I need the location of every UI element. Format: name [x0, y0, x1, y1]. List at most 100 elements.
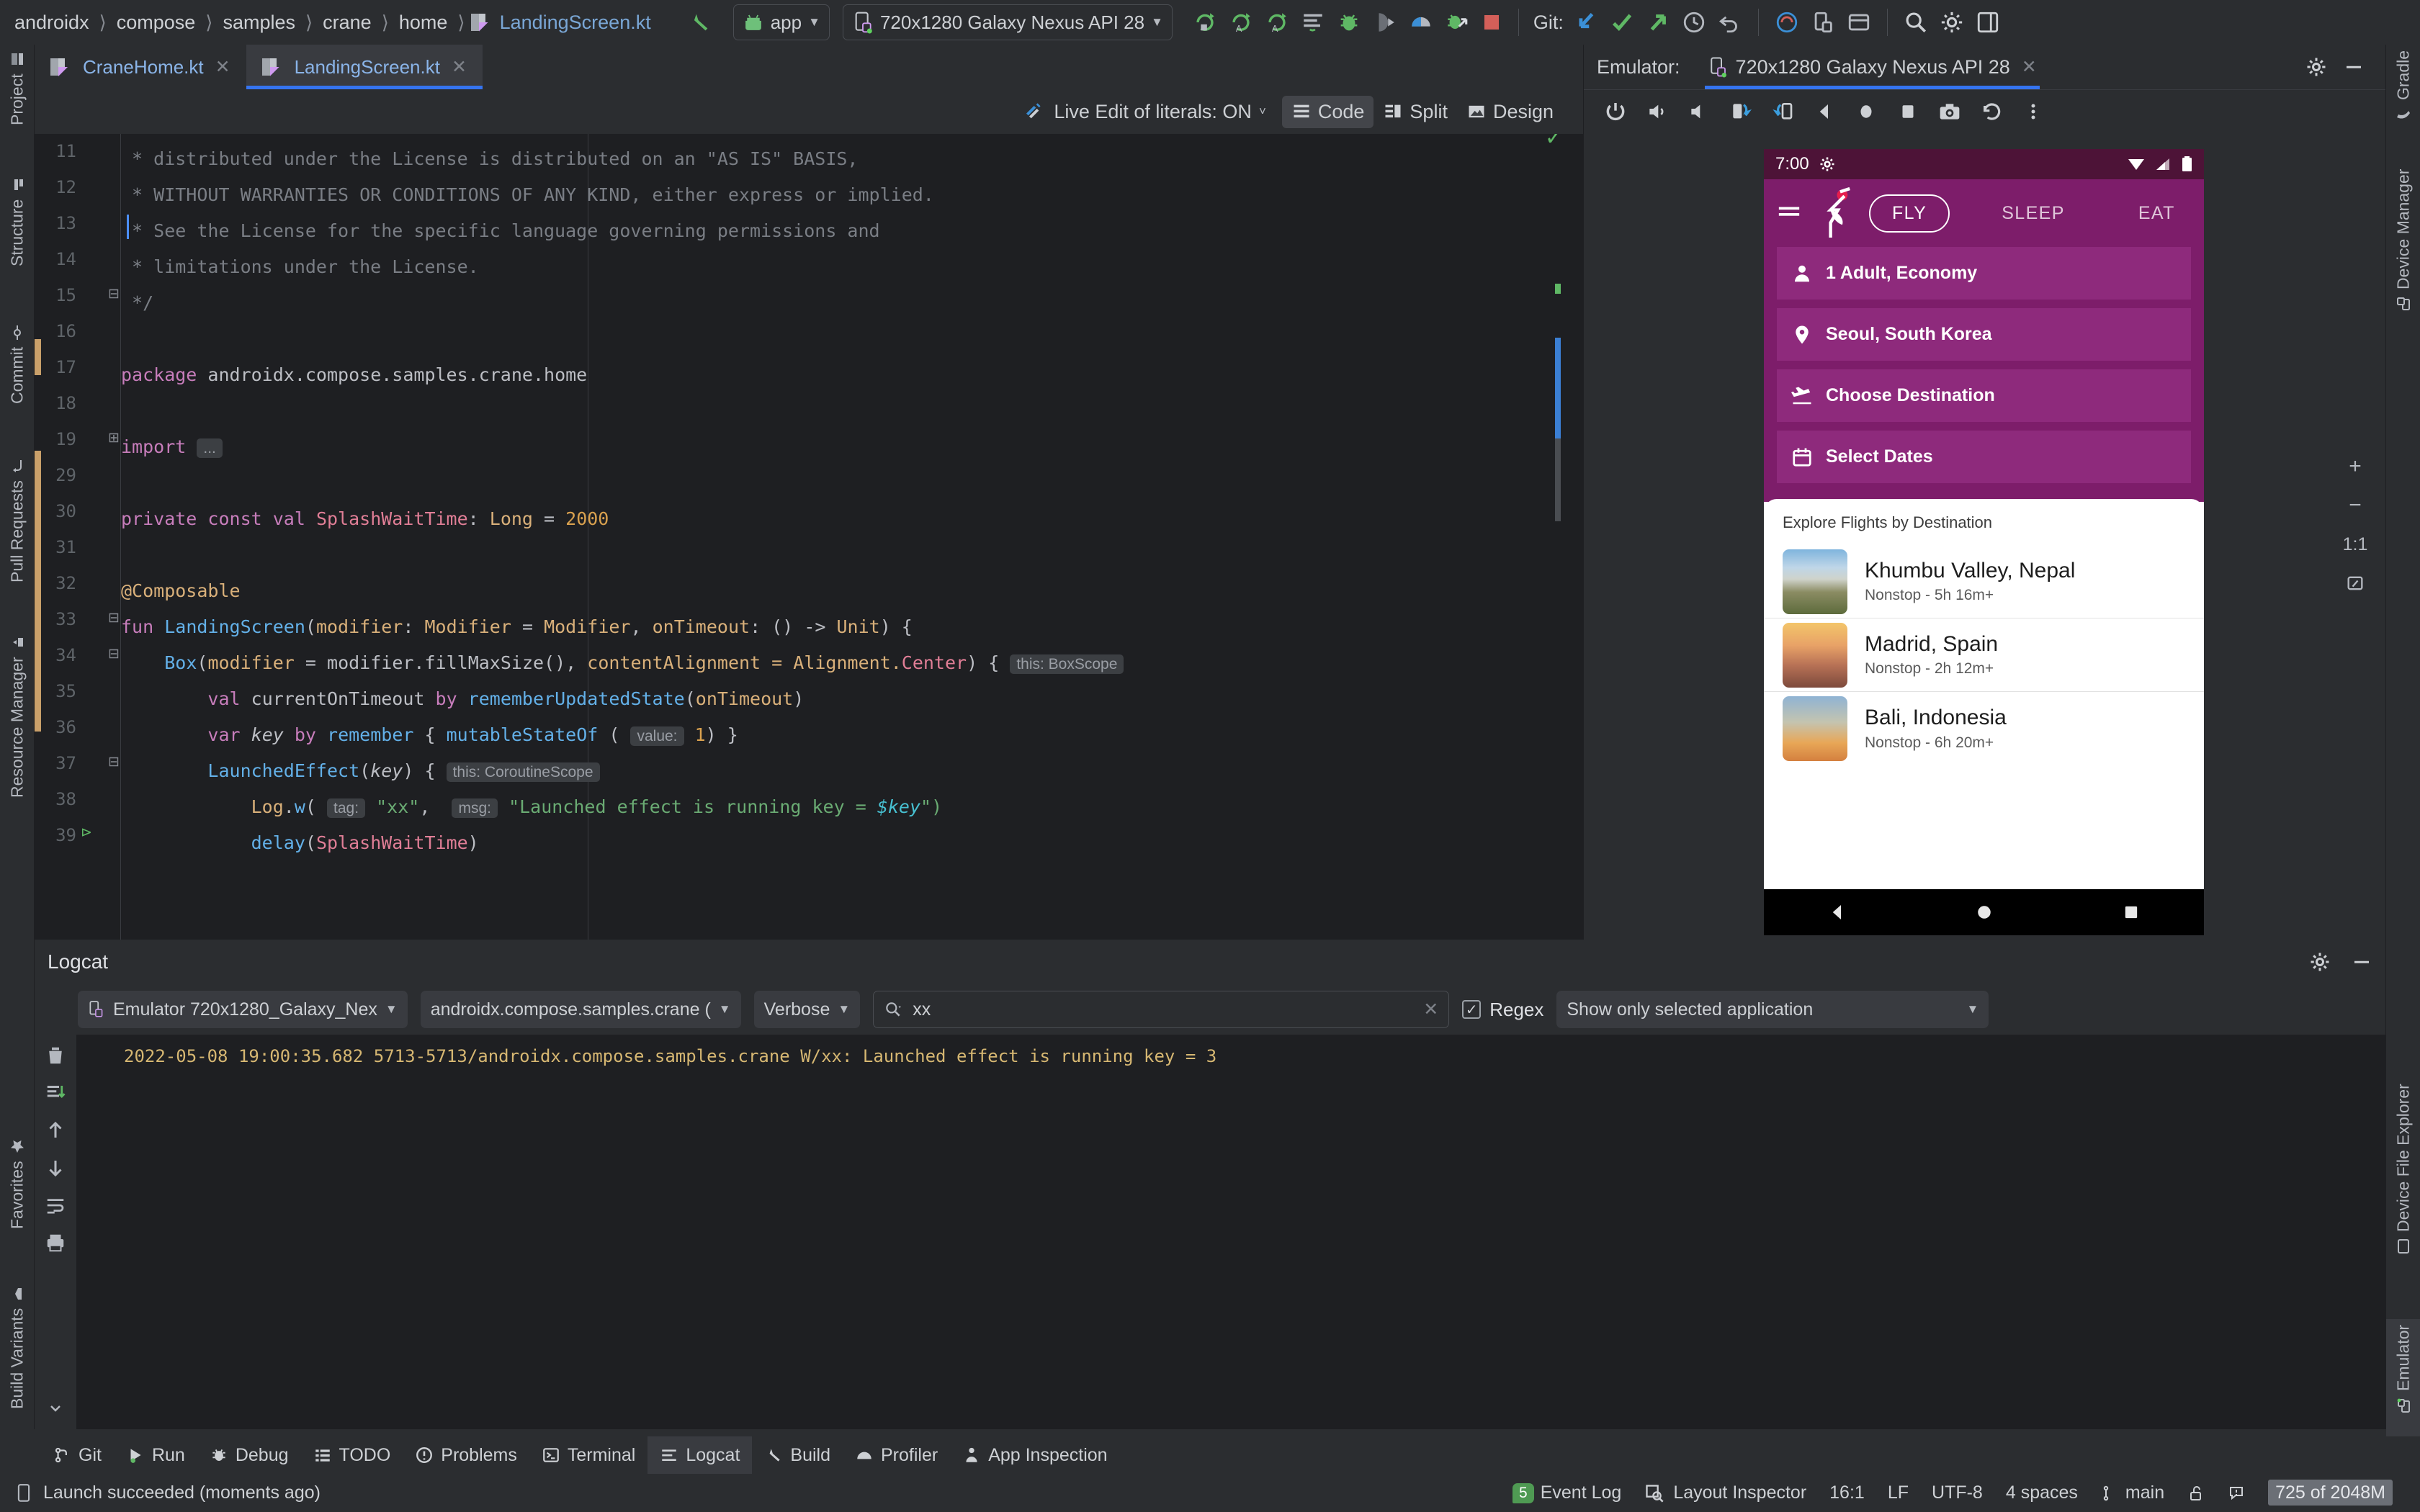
sidebar-item-resource-manager[interactable]: Resource Manager [0, 628, 35, 844]
clear-icon[interactable]: ✕ [1423, 999, 1438, 1020]
hamburger-menu-icon[interactable] [1777, 201, 1801, 225]
minimize-icon[interactable] [2335, 50, 2372, 84]
unlock-icon[interactable] [2176, 1484, 2216, 1503]
code-editor[interactable]: 11 12 13 14 15 16 17 18 19 29 30 31 32 33 34 35 36 37 38 39… [35, 134, 1583, 940]
indent-setting[interactable]: 4 spaces [1994, 1482, 2089, 1503]
live-edit-toggle[interactable]: Live Edit of literals: ON ˅ [1023, 100, 1266, 123]
recents-icon[interactable] [2121, 902, 2141, 922]
crane-field-dates[interactable]: Select Dates [1777, 431, 2191, 483]
tool-window-logcat[interactable]: Logcat [647, 1436, 753, 1474]
crane-field-origin[interactable]: Seoul, South Korea [1777, 308, 2191, 361]
tool-window-run[interactable]: Run [114, 1436, 197, 1474]
editor-tab-landingscreen[interactable]: LandingScreen.kt ✕ [246, 45, 483, 89]
scroll-to-end-icon[interactable] [45, 1082, 66, 1104]
caret-position[interactable]: 16:1 [1818, 1482, 1876, 1503]
code-line[interactable]: delay(SplashWaitTime) [121, 825, 479, 861]
crane-tab-sleep[interactable]: SLEEP [1980, 196, 2087, 231]
breadcrumb-item-0[interactable]: androidx [10, 12, 94, 34]
notifications-icon[interactable] [2216, 1484, 2257, 1503]
sidebar-item-structure[interactable]: Structure [0, 171, 35, 315]
trash-icon[interactable] [45, 1045, 66, 1066]
breadcrumb-item-2[interactable]: samples [218, 12, 300, 34]
bug-report-icon[interactable] [1769, 6, 1805, 39]
memory-indicator[interactable]: 725 of 2048M [2257, 1480, 2404, 1506]
apply-code-changes-icon[interactable]: A [1223, 6, 1259, 39]
sidebar-item-commit[interactable]: Commit [0, 318, 35, 448]
logcat-toggle-icon[interactable] [1295, 6, 1331, 39]
gear-icon[interactable] [2309, 951, 2331, 973]
crane-field-destination[interactable]: Choose Destination [1777, 369, 2191, 422]
device-manager-icon[interactable] [1805, 6, 1841, 39]
logcat-search-input[interactable]: xx ✕ [873, 991, 1450, 1028]
overview-icon[interactable] [1889, 95, 1927, 128]
sidebar-item-gradle[interactable]: Gradle [2386, 45, 2420, 160]
apply-changes-icon[interactable] [1187, 6, 1223, 39]
git-push-icon[interactable] [1640, 6, 1676, 39]
code-line[interactable]: val currentOnTimeout by rememberUpdatedS… [121, 681, 804, 717]
code-line[interactable]: fun LandingScreen(modifier: Modifier = M… [121, 609, 913, 645]
zoom-fit-icon[interactable] [2336, 564, 2374, 602]
breadcrumb-item-1[interactable]: compose [112, 12, 200, 34]
code-line[interactable]: @Composable [121, 573, 241, 609]
code-text[interactable]: * distributed under the License is distr… [121, 134, 1583, 940]
tool-window-todo[interactable]: TODO [301, 1436, 403, 1474]
event-log-button[interactable]: 5 Event Log [1501, 1482, 1633, 1503]
up-icon[interactable] [45, 1120, 66, 1141]
run-gutter-icon[interactable]: ⊳ [79, 826, 94, 841]
power-icon[interactable] [1597, 95, 1634, 128]
code-line[interactable]: LaunchedEffect(key) { this: CoroutineSco… [121, 753, 600, 791]
sidebar-item-favorites[interactable]: Favorites [0, 1132, 35, 1276]
attach-debugger-icon[interactable] [1367, 6, 1403, 39]
tool-window-terminal[interactable]: Terminal [529, 1436, 647, 1474]
file-encoding[interactable]: UTF-8 [1920, 1482, 1994, 1503]
undo-icon[interactable] [1712, 6, 1748, 39]
sidebar-item-pull-requests[interactable]: Pull Requests [0, 451, 35, 624]
code-line[interactable]: import ... [121, 429, 223, 467]
layout-inspector-button[interactable]: Layout Inspector [1633, 1482, 1818, 1503]
gear-icon[interactable] [1934, 6, 1970, 39]
git-commit-icon[interactable] [1604, 6, 1640, 39]
layout-icon[interactable] [1970, 6, 2006, 39]
tab-split[interactable]: Split [1373, 96, 1457, 128]
list-item[interactable]: Khumbu Valley, Nepal Nonstop - 5h 16m+ [1764, 545, 2204, 618]
logcat-level-select[interactable]: Verbose ▼ [753, 991, 861, 1028]
crane-tab-eat[interactable]: EAT [2117, 196, 2197, 231]
code-line[interactable]: Log.w( tag: "xx", msg: "Launched effect … [121, 789, 942, 827]
code-line[interactable]: * distributed under the License is distr… [121, 141, 858, 177]
tool-window-git[interactable]: Git [40, 1436, 114, 1474]
sidebar-item-device-manager[interactable]: Device Manager [2386, 163, 2420, 372]
breadcrumb-file[interactable]: LandingScreen.kt [496, 12, 655, 34]
sidebar-item-device-file-explorer[interactable]: Device File Explorer [2386, 1078, 2420, 1315]
code-line[interactable]: */ [121, 285, 153, 321]
breadcrumb-item-3[interactable]: crane [318, 12, 376, 34]
logcat-regex-checkbox[interactable]: ✓ Regex [1462, 999, 1543, 1021]
code-line[interactable]: var key by remember { mutableStateOf ( v… [121, 717, 738, 755]
logcat-device-select[interactable]: Emulator 720x1280_Galaxy_Nex ▼ [78, 991, 408, 1028]
run-configuration-selector[interactable]: app ▼ [732, 4, 830, 40]
logcat-scope-select[interactable]: Show only selected application ▼ [1556, 991, 1989, 1028]
git-branch[interactable]: main [2089, 1482, 2176, 1503]
history-icon[interactable] [1973, 95, 2010, 128]
soft-wrap-icon[interactable] [45, 1194, 66, 1216]
code-fold-toggle[interactable]: ⊞ [107, 431, 121, 446]
home-icon[interactable] [1847, 95, 1885, 128]
tool-window-profiler[interactable]: Profiler [843, 1436, 950, 1474]
close-icon[interactable]: ✕ [215, 56, 230, 78]
sidebar-item-build-variants[interactable]: Build Variants [0, 1279, 35, 1456]
navigate-back-icon[interactable] [681, 6, 717, 39]
home-icon[interactable] [1973, 901, 1995, 923]
crane-tab-fly[interactable]: FLY [1869, 194, 1950, 233]
editor-tab-cranehome[interactable]: CraneHome.kt ✕ [35, 45, 246, 89]
rotate-right-icon[interactable] [1764, 95, 1801, 128]
tab-design[interactable]: Design [1457, 96, 1563, 128]
code-line[interactable]: * limitations under the License. [121, 249, 479, 285]
list-item[interactable]: Bali, Indonesia Nonstop - 6h 20m+ [1764, 692, 2204, 765]
zoom-in-icon[interactable]: + [2336, 448, 2374, 485]
code-line[interactable]: * WITHOUT WARRANTIES OR CONDITIONS OF AN… [121, 177, 934, 213]
zoom-out-icon[interactable]: − [2336, 487, 2374, 524]
screenshot-icon[interactable] [1931, 95, 1968, 128]
stop-icon[interactable] [1475, 6, 1508, 39]
more-vertical-icon[interactable] [2015, 95, 2052, 128]
tool-window-debug[interactable]: Debug [197, 1436, 301, 1474]
code-line[interactable]: * See the License for the specific langu… [121, 213, 880, 249]
